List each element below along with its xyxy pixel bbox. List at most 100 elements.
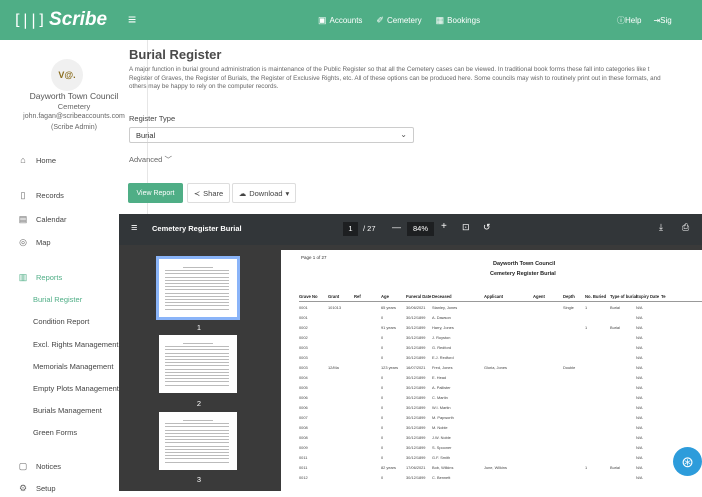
pdf-table-cell: 0: [381, 425, 384, 430]
thumbnail-line: [165, 448, 229, 450]
zoom-in-icon[interactable]: +: [441, 221, 447, 232]
pdf-table-cell: 0: [381, 335, 384, 340]
pdf-menu-icon[interactable]: ≡: [131, 222, 137, 234]
pdf-table-cell: 0: [381, 475, 384, 480]
pdf-table-row: 0009 0 30/12/1899 S. Spooner N/A: [281, 445, 702, 453]
pdf-table-cell: 0004: [299, 375, 308, 380]
share-button[interactable]: ≺ Share: [187, 183, 230, 203]
thumbnail-line: [165, 455, 229, 457]
pdf-page-input[interactable]: 1: [343, 222, 358, 236]
pdf-table-cell: M. Papworth: [432, 415, 454, 420]
zoom-out-icon[interactable]: —: [392, 222, 401, 232]
pdf-table-cell: 30/12/1899: [406, 385, 426, 390]
thumbnail-line: [165, 270, 229, 272]
sidebar-item-label: Calendar: [36, 214, 67, 224]
pdf-table-cell: M. Noble: [432, 425, 448, 430]
sidebar-item-records[interactable]: ▯ Records: [0, 186, 148, 204]
share-label: Share: [203, 188, 224, 198]
pdf-column-header: Type of burial: [610, 294, 638, 299]
register-type-select[interactable]: Burial ⌄: [129, 127, 414, 143]
pdf-table-cell: 0005: [299, 385, 308, 390]
pdf-column-header: Agent: [533, 294, 545, 299]
thumbnail-line: [165, 429, 229, 431]
advanced-label: Advanced: [129, 155, 163, 164]
pdf-table-cell: 0002: [299, 335, 308, 340]
pdf-table-cell: Double: [563, 365, 576, 370]
pdf-column-header: Deceased: [432, 294, 452, 299]
topnav-cemetery[interactable]: ✐ Cemetery: [376, 15, 421, 26]
chevron-down-icon: ⌄: [400, 130, 407, 139]
scribe-logo[interactable]: [||] Scribe: [0, 0, 120, 40]
thumbnail-line: [165, 442, 229, 444]
thumbnail-line: [165, 299, 229, 300]
pdf-table-cell: N/A: [636, 385, 643, 390]
pdf-table-cell: Burial: [610, 465, 620, 470]
pdf-table-cell: 0: [381, 385, 384, 390]
calendar-icon: ▤: [18, 213, 28, 224]
thumbnail-line: [165, 349, 229, 351]
page-thumbnail[interactable]: [159, 412, 237, 470]
pdf-table-cell: N/A: [636, 365, 643, 370]
sidebar-item-label: Reports: [36, 272, 63, 282]
pdf-table-row: 0002 0 30/12/1899 J. Royston N/A: [281, 335, 702, 343]
pdf-table-cell: 0011: [299, 455, 308, 460]
top-bar: [||] Scribe ≡ ▣ Accounts ✐ Cemetery ▦ Bo…: [0, 0, 702, 40]
thumbnail-line: [165, 368, 229, 370]
topnav-bookings[interactable]: ▦ Bookings: [436, 15, 480, 26]
pdf-table-cell: 0003: [299, 345, 308, 350]
org-name: Dayworth Town Council: [29, 91, 119, 101]
pdf-table-cell: 17/06/2021: [406, 465, 426, 470]
pdf-table-cell: 0011: [299, 465, 308, 470]
hamburger-menu-icon[interactable]: ≡: [128, 11, 136, 27]
topnav-accounts[interactable]: ▣ Accounts: [318, 15, 362, 26]
print-icon[interactable]: ⎙: [682, 222, 689, 233]
pdf-table-cell: N/A: [636, 435, 643, 440]
pdf-table-cell: 0008: [299, 435, 308, 440]
description-line: others may be happy to rely on the compu…: [129, 83, 279, 90]
pdf-table-cell: N/A: [636, 325, 643, 330]
rotate-icon[interactable]: ↺: [483, 222, 491, 233]
pdf-report-title: Cemetery Register Burial: [490, 271, 556, 277]
view-report-button[interactable]: View Report: [128, 183, 183, 203]
sidebar-item-label: Records: [36, 190, 64, 200]
pdf-table-cell: N/A: [636, 455, 643, 460]
pdf-zoom-input[interactable]: 84%: [407, 222, 434, 236]
sidebar-item-home[interactable]: ⌂ Home: [0, 151, 148, 169]
records-icon: ▯: [20, 189, 26, 200]
fit-page-icon[interactable]: ⊡: [462, 222, 470, 233]
page-title: Burial Register: [129, 47, 222, 62]
pdf-table-cell: N/A: [636, 405, 643, 410]
pdf-table-cell: 12/Ma: [328, 365, 339, 370]
page-thumbnail[interactable]: [156, 256, 240, 320]
logo-text: Scribe: [49, 9, 108, 30]
pdf-table-cell: A. Dawson: [432, 315, 451, 320]
pdf-table-cell: 123 years: [381, 365, 399, 370]
pdf-table-cell: 0007: [299, 415, 308, 420]
reports-icon: ▥: [18, 271, 28, 282]
pdf-table-cell: 0: [381, 405, 384, 410]
thumbnail-line: [165, 355, 229, 357]
pdf-table-cell: Fred, Jones: [432, 365, 453, 370]
pdf-table-cell: N/A: [636, 345, 643, 350]
pdf-table-cell: N/A: [636, 425, 643, 430]
pdf-table-cell: N/A: [636, 315, 643, 320]
sidebar-item-label: Setup: [36, 483, 56, 493]
page-thumbnail[interactable]: [159, 335, 237, 393]
help-chat-icon[interactable]: ⊛: [673, 447, 702, 476]
pdf-table-row: 0005 0 30/12/1899 A. Pallister N/A: [281, 385, 702, 393]
help-link[interactable]: ⓘHelp: [617, 15, 641, 26]
pdf-table-cell: 82 years: [381, 465, 396, 470]
notices-icon: ▢: [18, 460, 28, 471]
user-role: (Scribe Admin): [51, 124, 97, 131]
pdf-table-cell: Stanley, Jones: [432, 305, 458, 310]
pdf-table-row: 0007 0 30/12/1899 M. Papworth N/A: [281, 415, 702, 423]
pdf-table-cell: 0: [381, 315, 384, 320]
pdf-table-cell: N/A: [636, 305, 643, 310]
pdf-table-cell: N/A: [636, 375, 643, 380]
advanced-toggle[interactable]: Advanced ﹀: [129, 154, 172, 165]
pdf-download-icon[interactable]: ⤓: [659, 222, 663, 233]
chevron-down-icon: ﹀: [164, 155, 172, 164]
download-button[interactable]: ☁ Download ▾: [232, 183, 296, 203]
sidebar-item-label: Home: [36, 155, 57, 165]
signout-link[interactable]: ⇥Sig: [653, 16, 671, 25]
